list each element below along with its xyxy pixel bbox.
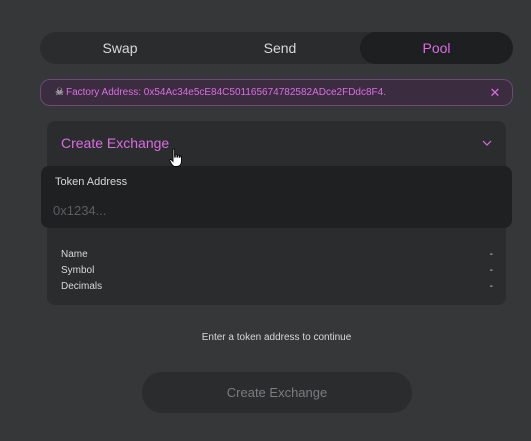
close-icon[interactable]: ✕ [488,85,502,101]
detail-value: - [489,281,493,292]
detail-label: Decimals [61,281,103,292]
detail-row-name: Name - [61,247,493,263]
factory-address-text: Factory Address: 0x54Ac34e5cE84C50116567… [65,87,386,98]
token-details: Name - Symbol - Decimals - [61,247,493,295]
skull-icon: ☠ [55,87,64,98]
token-address-label: Token Address [55,176,128,188]
create-exchange-header[interactable]: Create Exchange [61,134,493,152]
detail-label: Name [61,249,88,260]
mouse-cursor-icon [169,148,182,167]
chevron-down-icon[interactable] [481,137,493,149]
tab-swap[interactable]: Swap [40,32,200,64]
tab-bar: Swap Send Pool [40,32,513,64]
token-address-input[interactable] [53,200,493,220]
detail-row-symbol: Symbol - [61,263,493,279]
hint-text: Enter a token address to continue [201,332,352,343]
detail-label: Symbol [61,265,95,276]
create-exchange-button[interactable]: Create Exchange [142,372,412,413]
detail-row-decimals: Decimals - [61,279,493,295]
token-address-box: Token Address [41,166,512,228]
panel-title: Create Exchange [61,135,170,151]
tab-pool[interactable]: Pool [360,32,513,64]
factory-address-banner: ☠ Factory Address: 0x54Ac34e5cE84C501165… [40,79,513,106]
tab-send[interactable]: Send [200,32,360,64]
detail-value: - [489,249,493,260]
detail-value: - [489,265,493,276]
